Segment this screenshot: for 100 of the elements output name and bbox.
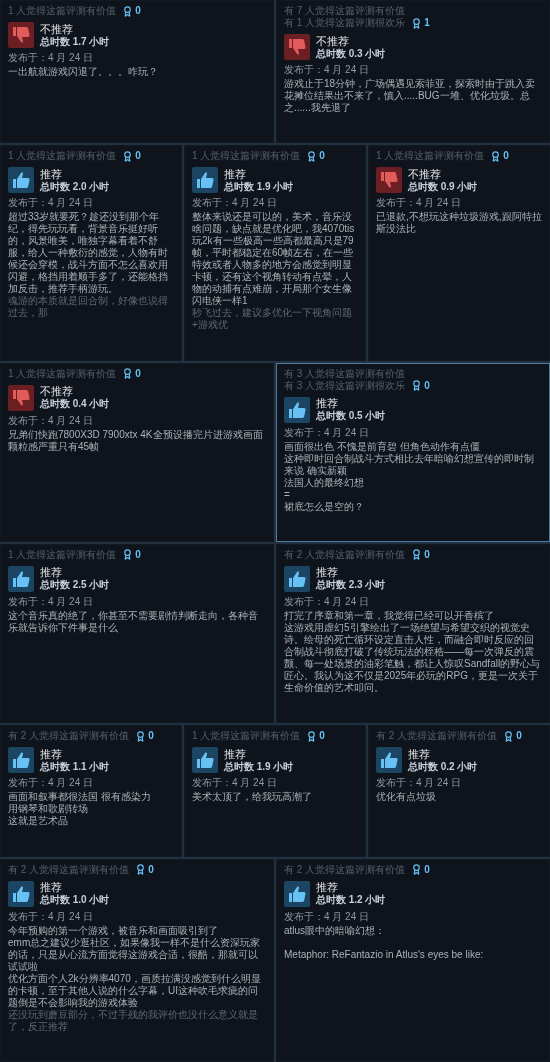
review-text: 整体来说还是可以的，美术，音乐没啥问题，缺点就是优化吧，我4070tis玩2k有一些极高一些高都最高只是79帧，平时都稳定在60帧左右，在一些特效或者人物多的地方会感觉到明显卡顿，还有这个视角转动有点晕，人物的动捕有点难崩，开局那个女生像闪电侠一样1 [192,211,356,307]
review-text: emm总之建议少逛社区，如果像我一样不是什么资深玩家的话，只是从心流方面觉得这游戏合适，很酷，那就可以试试啦 [8,936,262,973]
review-text: Metaphor: ReFantazio in Atlus's eyes be like: [284,948,485,961]
review-text: 优化有点垃圾 [376,791,437,804]
review-text: 这就是艺术品 [8,815,69,828]
posted-date: 发布于：4 月 24 日 [284,910,371,923]
helpful-count-text: 有 2 人觉得这篇评测有价值 [8,730,130,743]
award-count: 0 [148,730,154,743]
review-text: 打完了序章和第一章，我觉得已经可以开香槟了 [284,610,495,622]
review-verdict: 不推荐 [408,167,442,181]
review-verdict: 推荐 [316,397,339,410]
review-text: 美术太顶了，给我玩高潮了 [192,791,313,804]
award-count: 0 [424,863,430,876]
review-verdict: 不推荐 [40,385,74,398]
award-icon[interactable] [411,864,423,876]
award-count: 0 [135,367,141,380]
review-verdict: 推荐 [316,881,339,894]
review-verdict: 推荐 [40,566,62,580]
posted-date: 发布于：4 月 24 日 [8,777,95,790]
playtime-text: 总时数 0.4 小时 [40,398,110,411]
helpful-count-text: 1 人觉得这篇评测有价值 [8,5,117,17]
posted-date: 发布于：4 月 24 日 [284,64,371,76]
award-icon[interactable] [490,150,502,162]
review-text: 超过33岁就要死？趁还没到那个年纪，得先玩玩看，背景音乐挺好听的，风景唯美，唯独字幕看着不舒服，给人一种敷衍的感觉，人物有时候还会穿模，战斗方面不怎么喜欢用闪避，格挡用着顺手多了，还能格挡加反击，推荐手柄游玩。 [8,211,169,295]
posted-date: 发布于：4 月 24 日 [8,414,95,427]
award-count: 0 [135,150,141,163]
review-verdict: 推荐 [40,167,63,181]
playtime-text: 总时数 0.5 小时 [316,410,386,423]
playtime-text: 总时数 0.2 小时 [408,760,478,773]
posted-date: 发布于：4 月 24 日 [8,52,95,64]
review-text: 游戏止于18分钟，广场偶遇见索菲亚，探索时由于跳入卖花摊位结果出不来了，慎入.....BUG一堆、优化垃圾。总之......我先退了 [284,78,537,114]
review-text: 今年预购的第一个游戏，被音乐和画面吸引到了 [8,924,219,937]
posted-date: 发布于：4 月 24 日 [284,426,371,439]
award-icon[interactable] [411,549,423,561]
award-icon[interactable] [306,730,318,742]
posted-date: 发布于：4 月 24 日 [376,197,463,210]
playtime-text: 总时数 1.9 小时 [224,760,294,773]
review-text: 裙底怎么是空的？ [284,500,365,513]
award-icon[interactable] [135,730,147,742]
award-count: 0 [424,549,430,561]
review-text: 这种即时回合制战斗方式相比去年暗喻幻想宣传的即时制来说 确实新颖 [284,452,535,477]
helpful-count-text: 有 3 人觉得这篇评测很欢乐 [284,379,406,392]
review-text: 已退款,不想玩这种垃圾游戏,跟阿特拉斯没法比 [376,211,542,236]
review-text: 这游戏用虚幻5引擎绘出了一场绝望与希望交织的视觉史诗。绘母的死亡循环设定直击人性，而融合即时反应的回合制战斗彻底打破了传统玩法的桎梏——每一次弹反的震颤、每一处场景的油彩笔触，都让人惊叹Sandfall的野心与匠心。我认为这不仅是2025年必玩的RPG，更是一次关于生命价值的艺术叩问。 [284,622,542,694]
review-text: 用钢琴和歌剧转场 [8,803,89,815]
review-verdict: 推荐 [224,747,247,761]
helpful-count-text: 有 1 人觉得这篇评测很欢乐 [284,17,406,29]
review-text-faded: 魂游的本质就是回合制，好像也说得过去，那 [8,295,169,320]
playtime-text: 总时数 2.0 小时 [40,180,110,193]
posted-date: 发布于：4 月 24 日 [192,197,279,210]
award-icon[interactable] [306,150,318,162]
award-icon[interactable] [122,368,134,380]
review-verdict: 不推荐 [316,34,350,48]
award-icon[interactable] [122,5,134,17]
playtime-text: 总时数 0.9 小时 [408,180,478,193]
posted-date: 发布于：4 月 24 日 [376,777,463,790]
review-verdict: 推荐 [316,566,338,580]
award-count: 0 [319,150,325,163]
playtime-text: 总时数 1.0 小时 [40,894,110,907]
award-count: 1 [424,17,430,29]
posted-date: 发布于：4 月 24 日 [192,777,279,790]
review-verdict: 推荐 [408,747,431,761]
award-count: 0 [503,150,509,163]
award-count: 0 [516,730,522,743]
posted-date: 发布于：4 月 24 日 [8,596,95,608]
award-count: 0 [319,730,325,743]
award-icon[interactable] [122,150,134,162]
review-text: 画面很出色 不愧是前育碧 但角色动作有点僵 [284,440,481,453]
review-text: 法国人的最终幻想 [284,476,365,489]
posted-date: 发布于：4 月 24 日 [8,910,95,923]
playtime-text: 总时数 1.2 小时 [316,894,386,907]
helpful-count-text: 1 人觉得这篇评测有价值 [376,150,485,163]
award-icon[interactable] [411,380,423,392]
helpful-count-text: 1 人觉得这篇评测有价值 [8,367,117,380]
award-count: 0 [148,863,154,876]
review-text: 这个音乐真的绝了，你甚至不需要剧情判断走向，各种音乐就告诉你下件事是什么 [8,610,259,634]
award-count: 0 [135,549,141,561]
award-icon[interactable] [122,549,134,561]
helpful-count-text: 1 人觉得这篇评测有价值 [8,150,117,163]
helpful-count-text: 有 2 人觉得这篇评测有价值 [284,549,406,561]
posted-date: 发布于：4 月 24 日 [284,596,371,608]
review-text: 兄弟们快跑7800X3D 7900xtx 4K全预设播完片进游戏画面颗粒感严重只有45帧 [8,428,264,453]
award-icon[interactable] [135,864,147,876]
review-text-faded: 还没玩到蘑豆部分，不过手残的我评价也没什么意义就是了，反正推荐 [8,1008,259,1033]
helpful-count-text: 1 人觉得这篇评测有价值 [192,150,301,163]
playtime-text: 总时数 1.7 小时 [40,35,110,48]
review-verdict: 推荐 [224,167,247,181]
helpful-count-text: 有 3 人觉得这篇评测有价值 [284,367,406,380]
review-text: 优化方面个人2k分辨率4070，画质拉满没感觉到什么明显的卡顿，至于其他人说的什么字幕，UI这种吹毛求疵的问题倒是不会影响我的游戏体验 [8,972,262,1009]
review-text: 画面和叙事都很法国 很有感染力 [8,791,152,804]
helpful-count-text: 1 人觉得这篇评测有价值 [192,730,301,743]
award-count: 0 [135,5,141,17]
award-icon[interactable] [503,730,515,742]
review-text: = [284,488,291,501]
review-text: 一出航就游戏闪退了。。。咋玩？ [8,66,159,78]
review-verdict: 推荐 [40,747,63,761]
award-icon[interactable] [411,17,423,29]
review-verdict: 不推荐 [40,22,74,36]
helpful-count-text: 1 人觉得这篇评测有价值 [8,549,117,561]
playtime-text: 总时数 1.1 小时 [40,760,110,773]
